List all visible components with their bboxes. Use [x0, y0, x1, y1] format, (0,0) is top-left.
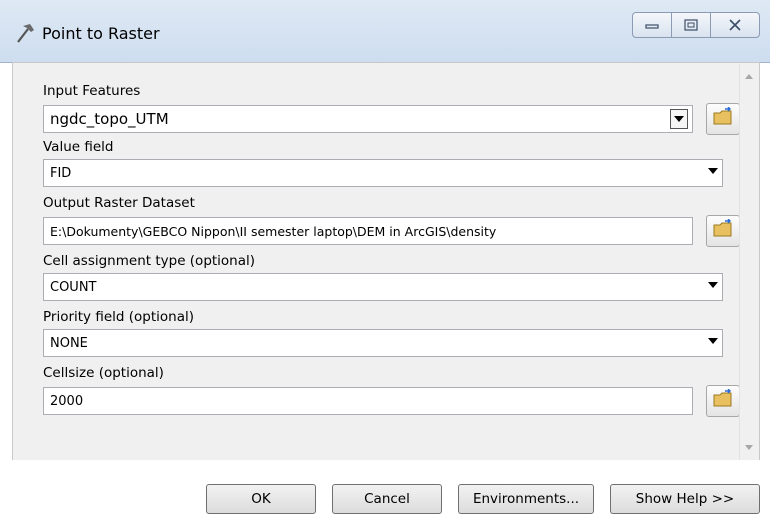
- open-folder-icon: [712, 106, 734, 131]
- cellsize-input[interactable]: 2000: [43, 387, 693, 415]
- value-field-value: FID: [50, 165, 72, 181]
- close-icon[interactable]: [711, 13, 759, 37]
- scroll-down-icon[interactable]: [745, 445, 753, 450]
- output-raster-input[interactable]: E:\Dokumenty\GEBCO Nippon\II semester la…: [43, 217, 693, 245]
- hammer-icon: [14, 22, 36, 44]
- title-bar: Point to Raster: [0, 0, 770, 63]
- minimize-icon[interactable]: [633, 13, 672, 37]
- input-features-value: ngdc_topo_UTM: [50, 110, 169, 128]
- ok-button[interactable]: OK: [206, 484, 316, 514]
- chevron-down-icon[interactable]: [708, 338, 718, 344]
- output-raster-value: E:\Dokumenty\GEBCO Nippon\II semester la…: [50, 223, 497, 239]
- scroll-up-icon[interactable]: [745, 74, 753, 79]
- value-field-select[interactable]: FID: [43, 159, 723, 187]
- input-features-combo[interactable]: ngdc_topo_UTM: [43, 105, 693, 133]
- browse-output-raster-button[interactable]: [706, 215, 740, 247]
- dialog-button-bar: OK Cancel Environments... Show Help >>: [0, 460, 770, 529]
- value-field-label: Value field: [43, 139, 114, 155]
- cell-assignment-label: Cell assignment type (optional): [43, 253, 256, 269]
- chevron-down-icon[interactable]: [708, 168, 718, 174]
- vertical-scrollbar[interactable]: [739, 64, 758, 460]
- open-folder-icon: [712, 388, 734, 413]
- output-raster-label: Output Raster Dataset: [43, 195, 195, 211]
- browse-cellsize-button[interactable]: [706, 385, 740, 417]
- tool-parameters-panel: Input Features ngdc_topo_UTM Value field…: [12, 62, 760, 462]
- cancel-button[interactable]: Cancel: [332, 484, 442, 514]
- show-help-button[interactable]: Show Help >>: [610, 484, 760, 514]
- window-title: Point to Raster: [42, 24, 160, 43]
- window-controls: [632, 12, 760, 38]
- chevron-down-icon[interactable]: [708, 282, 718, 288]
- cell-assignment-select[interactable]: COUNT: [43, 273, 723, 301]
- cellsize-label: Cellsize (optional): [43, 365, 164, 381]
- priority-field-label: Priority field (optional): [43, 309, 195, 325]
- browse-input-features-button[interactable]: [706, 103, 740, 135]
- cellsize-value: 2000: [50, 393, 84, 409]
- maximize-icon[interactable]: [672, 13, 711, 37]
- chevron-down-icon[interactable]: [670, 109, 688, 129]
- open-folder-icon: [712, 218, 734, 243]
- priority-field-select[interactable]: NONE: [43, 329, 723, 357]
- input-features-label: Input Features: [43, 83, 141, 99]
- cell-assignment-value: COUNT: [50, 279, 97, 295]
- environments-button[interactable]: Environments...: [458, 484, 594, 514]
- priority-field-value: NONE: [50, 335, 88, 351]
